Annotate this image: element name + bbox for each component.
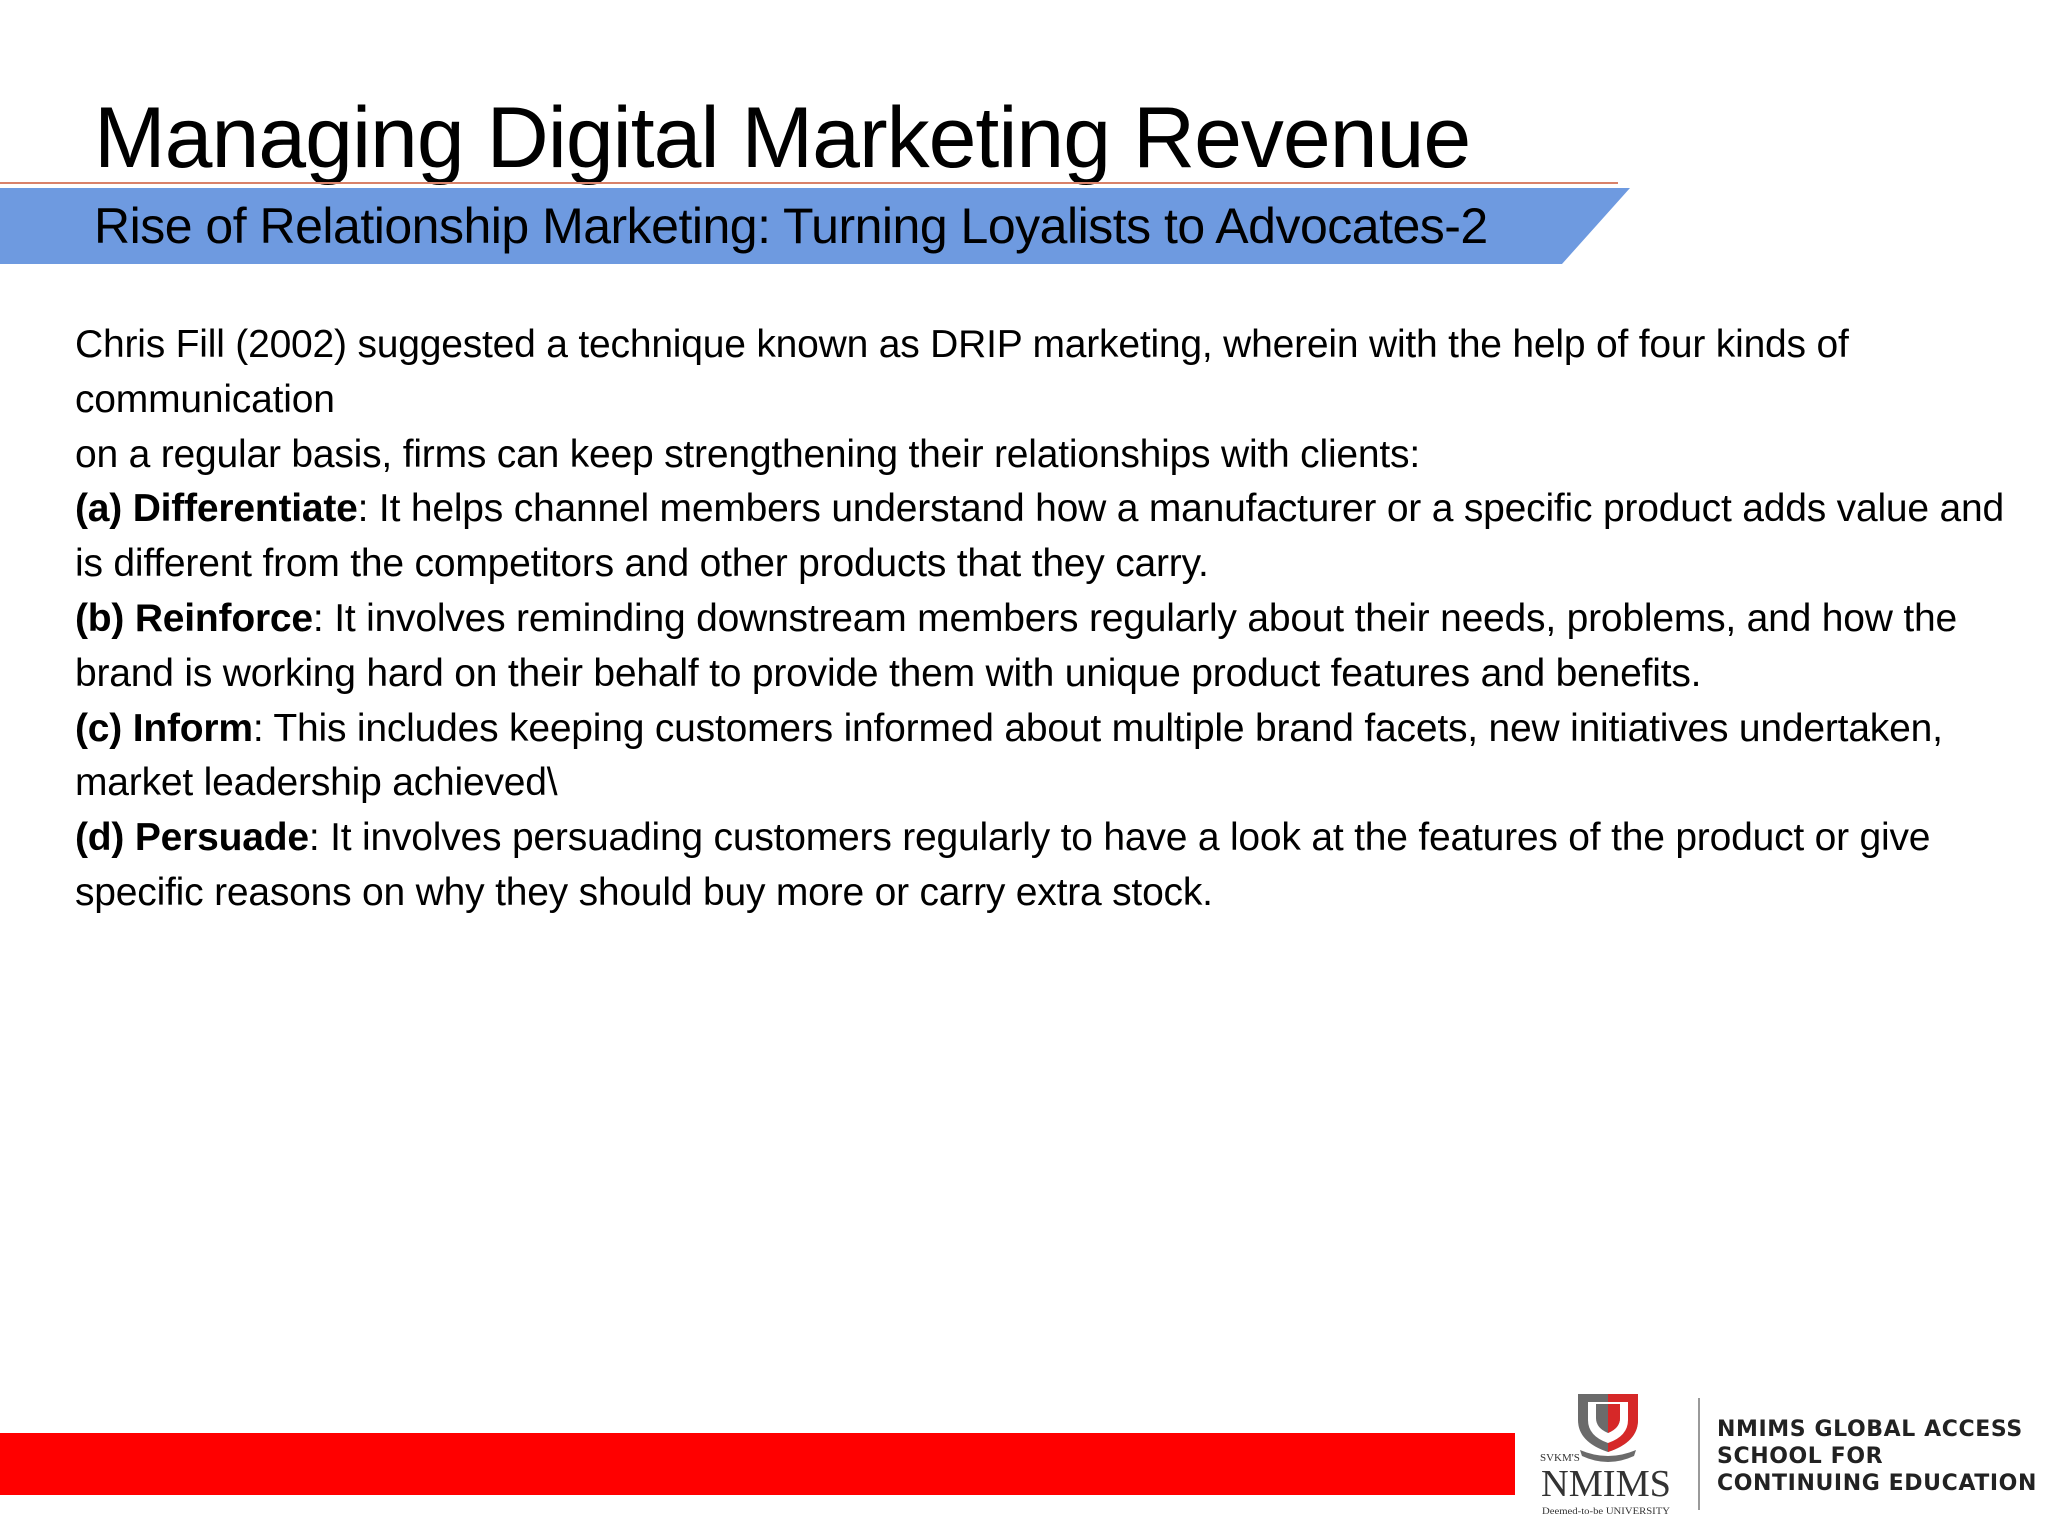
crest-icon (1578, 1394, 1638, 1462)
logo-divider (1698, 1398, 1700, 1510)
drip-item-label: (d) Persuade (75, 816, 309, 860)
logo-nmims-text: NMIMS (1541, 1463, 1671, 1505)
logo-tagline-text: Deemed-to-be UNIVERSITY (1542, 1506, 1671, 1516)
drip-item-differentiate: (a) Differentiate: It helps channel memb… (75, 482, 2020, 592)
drip-item-label: (c) Inform (75, 706, 253, 750)
drip-item-text: : It involves persuading customers regul… (75, 816, 1931, 914)
drip-item-label: (b) Reinforce (75, 596, 313, 640)
title-underline (0, 182, 1618, 184)
slide-title: Managing Digital Marketing Revenue (94, 90, 1471, 186)
school-name: NMIMS GLOBAL ACCESS SCHOOL FOR CONTINUIN… (1717, 1416, 2037, 1497)
drip-item-text: : This includes keeping customers inform… (75, 706, 1943, 805)
drip-item-label: (a) Differentiate (75, 487, 358, 531)
footer-red-bar (0, 1433, 1515, 1495)
school-name-line-3: CONTINUING EDUCATION (1717, 1471, 2037, 1496)
school-name-line-2: SCHOOL FOR (1717, 1444, 1884, 1469)
nmims-logo: SVKM'S NMIMS Deemed-to-be UNIVERSITY (1540, 1394, 1671, 1516)
school-name-line-1: NMIMS GLOBAL ACCESS (1717, 1417, 2023, 1442)
drip-item-text: : It helps channel members understand ho… (75, 487, 2005, 586)
slide-body: Chris Fill (2002) suggested a technique … (75, 318, 2020, 921)
drip-item-persuade: (d) Persuade: It involves persuading cus… (75, 811, 2020, 921)
slide-subtitle: Rise of Relationship Marketing: Turning … (94, 198, 1488, 254)
drip-item-inform: (c) Inform: This includes keeping custom… (75, 702, 2020, 812)
intro-line-2: on a regular basis, firms can keep stren… (75, 432, 1420, 476)
drip-item-text: : It involves reminding downstream membe… (75, 596, 1957, 695)
intro-line-1: Chris Fill (2002) suggested a technique … (75, 323, 1849, 421)
drip-item-reinforce: (b) Reinforce: It involves reminding dow… (75, 592, 2020, 702)
